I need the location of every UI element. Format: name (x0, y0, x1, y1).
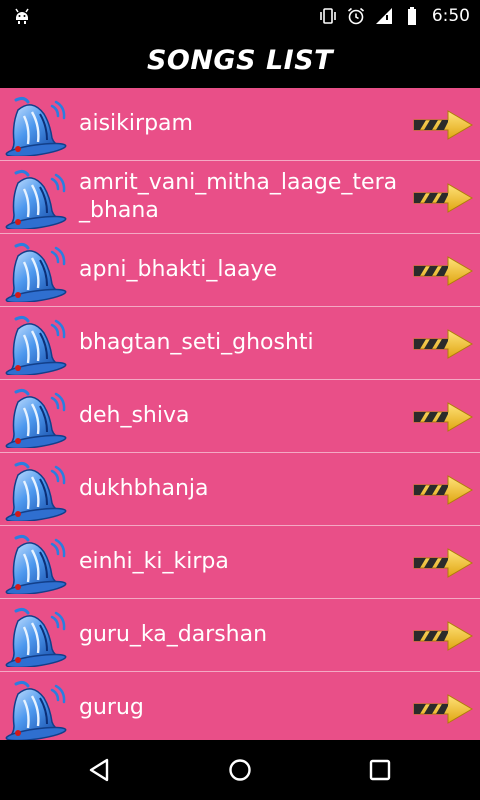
song-row[interactable]: aisikirpam (0, 88, 480, 161)
battery-icon (407, 7, 416, 25)
bell-icon (5, 96, 67, 156)
song-row[interactable]: guru_ka_darshan (0, 599, 480, 672)
song-name: apni_bhakti_laaye (79, 257, 277, 282)
song-row[interactable]: einhi_ki_kirpa (0, 526, 480, 599)
signal-icon (375, 8, 392, 24)
back-icon (89, 758, 109, 782)
song-name: amrit_vani_mitha_laage_tera_bhana (79, 170, 398, 223)
status-time: 6:50 (431, 6, 470, 26)
bell-icon (5, 680, 67, 740)
bell-icon (5, 388, 67, 448)
bell-icon (5, 315, 67, 375)
song-name: deh_shiva (79, 403, 190, 428)
arrow-right-icon (413, 402, 473, 432)
arrow-right-icon (413, 329, 473, 359)
recents-icon (369, 759, 391, 781)
home-button[interactable] (220, 750, 260, 790)
song-name: aisikirpam (79, 111, 193, 136)
back-button[interactable] (80, 750, 120, 790)
alarm-icon (347, 7, 364, 25)
page-title: SONGS LIST (146, 44, 334, 76)
app-screen: 6:50 SONGS LIST aisikirpam amrit_vani_mi… (0, 0, 480, 800)
song-name: bhagtan_seti_ghoshti (79, 330, 314, 355)
status-bar: 6:50 (0, 0, 480, 32)
status-icons: 6:50 (318, 0, 470, 32)
arrow-right-icon (413, 256, 473, 286)
song-name: guru_ka_darshan (79, 622, 268, 647)
vibrate-icon (320, 8, 336, 24)
title-bar: SONGS LIST (0, 32, 480, 88)
recents-button[interactable] (360, 750, 400, 790)
song-row[interactable]: deh_shiva (0, 380, 480, 453)
navigation-bar (0, 740, 480, 800)
home-icon (229, 759, 251, 781)
android-debug-icon (15, 8, 29, 24)
arrow-right-icon (413, 183, 473, 213)
bell-icon (5, 534, 67, 594)
arrow-right-icon (413, 475, 473, 505)
bell-icon (5, 169, 67, 229)
songs-list: aisikirpam amrit_vani_mitha_laage_tera_b… (0, 88, 480, 740)
arrow-right-icon (413, 694, 473, 724)
song-row[interactable]: gurug (0, 672, 480, 740)
arrow-right-icon (413, 621, 473, 651)
song-name: einhi_ki_kirpa (79, 549, 229, 574)
arrow-right-icon (413, 548, 473, 578)
song-name: dukhbhanja (79, 476, 209, 501)
song-name: gurug (79, 695, 144, 720)
bell-icon (5, 461, 67, 521)
song-row[interactable]: dukhbhanja (0, 453, 480, 526)
bell-icon (5, 242, 67, 302)
song-row[interactable]: bhagtan_seti_ghoshti (0, 307, 480, 380)
arrow-right-icon (413, 110, 473, 140)
bell-icon (5, 607, 67, 667)
song-row[interactable]: apni_bhakti_laaye (0, 234, 480, 307)
song-row[interactable]: amrit_vani_mitha_laage_tera_bhana (0, 161, 480, 234)
